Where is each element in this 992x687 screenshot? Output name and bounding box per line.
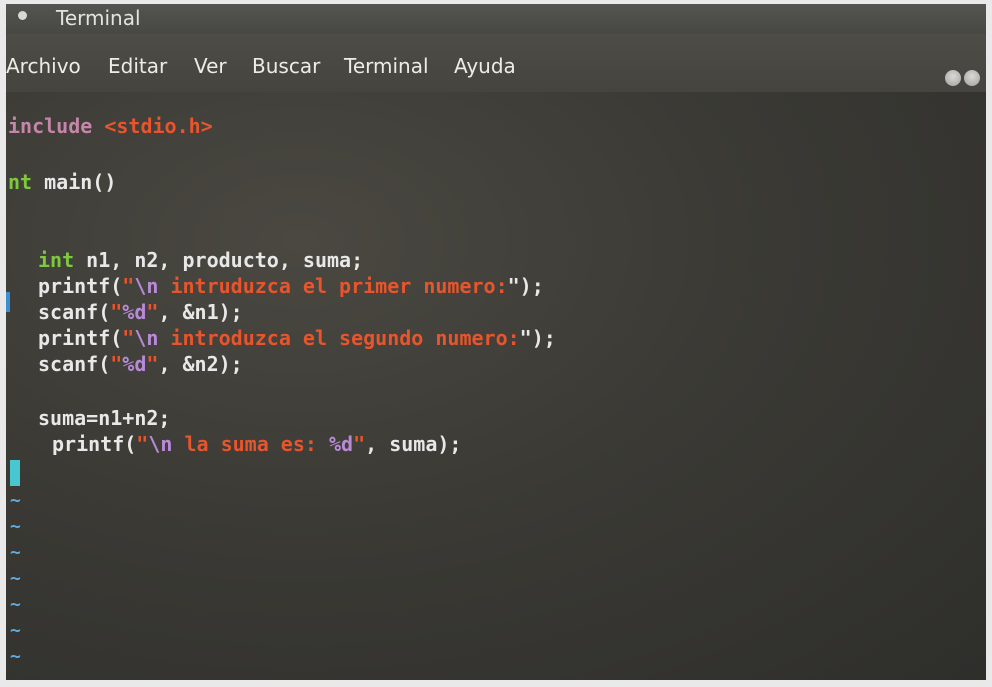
- menu-ayuda[interactable]: Ayuda: [454, 54, 516, 78]
- window-title: Terminal: [56, 6, 141, 30]
- empty-line-tilde: ~: [10, 646, 21, 667]
- code-line-printf-2: printf("\n introduzca el segundo numero:…: [38, 326, 556, 350]
- code-editor[interactable]: include <stdio.h> nt main() int n1, n2, …: [6, 92, 986, 680]
- title-bar: Terminal: [6, 4, 986, 34]
- menu-buscar[interactable]: Buscar: [252, 54, 320, 78]
- code-line-printf-1: printf("\n intruduzca el primer numero:"…: [38, 274, 544, 298]
- empty-line-tilde: ~: [10, 620, 21, 641]
- code-line-include: include <stdio.h>: [8, 114, 213, 138]
- terminal-window: Terminal Archivo Editar Ver Buscar Termi…: [6, 4, 986, 680]
- minimize-button[interactable]: [945, 70, 961, 86]
- menu-terminal[interactable]: Terminal: [344, 54, 429, 78]
- menu-editar[interactable]: Editar: [108, 54, 167, 78]
- menu-ver[interactable]: Ver: [194, 54, 227, 78]
- empty-line-tilde: ~: [10, 568, 21, 589]
- empty-line-tilde: ~: [10, 542, 21, 563]
- code-line-sum: suma=n1+n2;: [38, 406, 171, 430]
- menu-archivo[interactable]: Archivo: [6, 54, 81, 78]
- code-line-printf-3: printf("\n la suma es: %d", suma);: [52, 432, 462, 456]
- window-controls: [942, 70, 980, 90]
- maximize-button[interactable]: [964, 70, 980, 86]
- empty-line-tilde: ~: [10, 516, 21, 537]
- empty-line-tilde: ~: [10, 490, 21, 511]
- menu-bar: Archivo Editar Ver Buscar Terminal Ayuda: [6, 34, 986, 92]
- empty-line-tilde: ~: [10, 594, 21, 615]
- code-line-main: nt main(): [8, 170, 117, 194]
- text-cursor: [10, 460, 20, 486]
- code-line-scanf-2: scanf("%d", &n2);: [38, 352, 243, 376]
- code-line-declaration: int n1, n2, producto, suma;: [38, 248, 364, 272]
- line-marker: [6, 292, 10, 312]
- code-line-scanf-1: scanf("%d", &n1);: [38, 300, 243, 324]
- terminal-app-icon: [18, 11, 27, 20]
